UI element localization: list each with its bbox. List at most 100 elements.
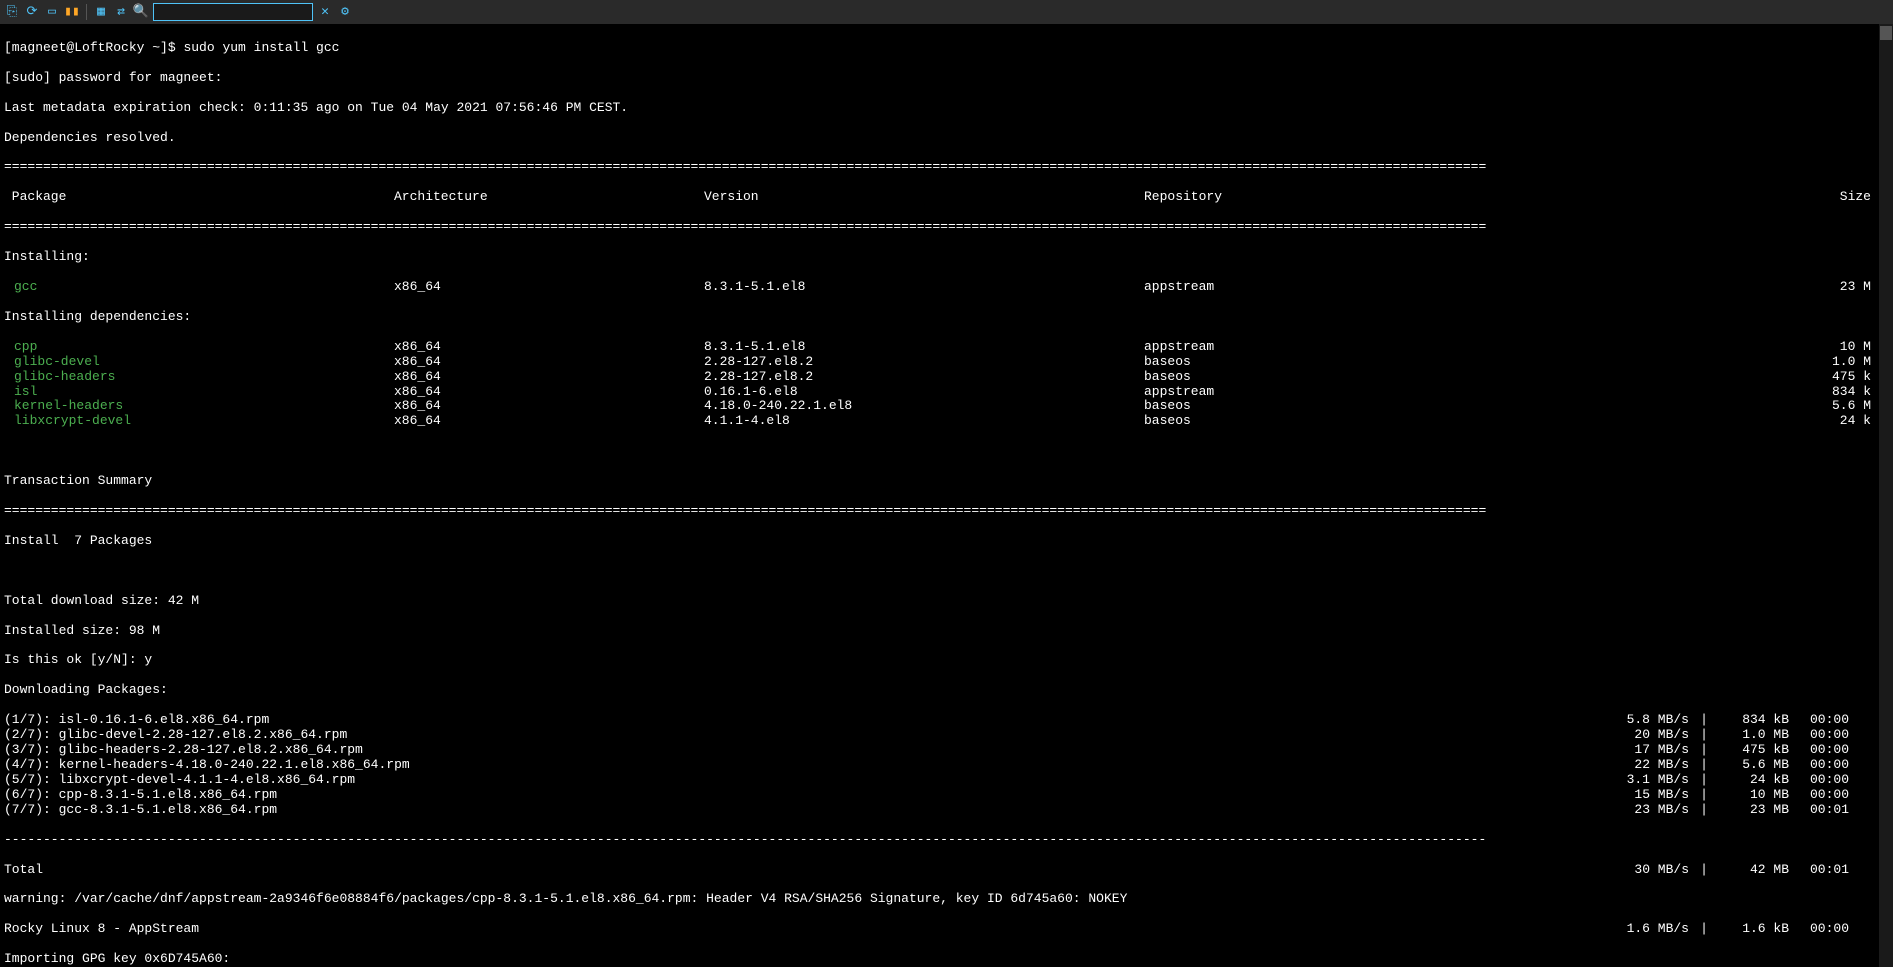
dl-time: 00:00 xyxy=(1789,728,1889,743)
blank xyxy=(4,444,1889,459)
pipe: | xyxy=(1689,788,1719,803)
book-icon[interactable]: ▦ xyxy=(93,4,109,20)
search-icon[interactable]: 🔍 xyxy=(133,4,149,20)
rocky-speed: 1.6 MB/s xyxy=(1589,922,1689,937)
pkg-name: kernel-headers xyxy=(4,399,394,414)
command-text: sudo yum install gcc xyxy=(183,40,339,55)
pkg-version: 4.18.0-240.22.1.el8 xyxy=(704,399,1144,414)
metadata-line: Last metadata expiration check: 0:11:35 … xyxy=(4,101,1889,116)
gear-icon[interactable]: ⚙ xyxy=(337,4,353,20)
pkg-size: 834 k xyxy=(1484,385,1889,400)
search-input[interactable] xyxy=(153,3,313,21)
package-row: libxcrypt-develx86_644.1.1-4.el8baseos24… xyxy=(4,414,1889,429)
header-version: Version xyxy=(704,190,1144,205)
arrow-icon[interactable]: ⇄ xyxy=(113,4,129,20)
dl-size: 23 MB xyxy=(1719,803,1789,818)
rocky-size: 1.6 kB xyxy=(1719,922,1789,937)
dl-file: (6/7): cpp-8.3.1-5.1.el8.x86_64.rpm xyxy=(4,788,1589,803)
pkg-name: gcc xyxy=(4,280,394,295)
separator-line: ========================================… xyxy=(4,504,1889,519)
pkg-arch: x86_64 xyxy=(394,355,704,370)
package-row: islx86_640.16.1-6.el8appstream834 k xyxy=(4,385,1889,400)
dl-file: (7/7): gcc-8.3.1-5.1.el8.x86_64.rpm xyxy=(4,803,1589,818)
pipe: | xyxy=(1689,743,1719,758)
pkg-size: 24 k xyxy=(1484,414,1889,429)
dl-time: 00:00 xyxy=(1789,743,1889,758)
package-row: cppx86_648.3.1-5.1.el8appstream10 M xyxy=(4,340,1889,355)
dl-speed: 20 MB/s xyxy=(1589,728,1689,743)
pkg-repo: baseos xyxy=(1144,414,1484,429)
pipe: | xyxy=(1689,728,1719,743)
dl-speed: 17 MB/s xyxy=(1589,743,1689,758)
pipe: | xyxy=(1689,773,1719,788)
pkg-name: libxcrypt-devel xyxy=(4,414,394,429)
pkg-version: 2.28-127.el8.2 xyxy=(704,355,1144,370)
header-package: Package xyxy=(4,190,394,205)
pipe: | xyxy=(1689,922,1719,937)
dl-time: 00:00 xyxy=(1789,713,1889,728)
pkg-repo: baseos xyxy=(1144,355,1484,370)
pkg-version: 0.16.1-6.el8 xyxy=(704,385,1144,400)
pkg-version: 8.3.1-5.1.el8 xyxy=(704,280,1144,295)
dl-file: (5/7): libxcrypt-devel-4.1.1-4.el8.x86_6… xyxy=(4,773,1589,788)
dl-speed: 3.1 MB/s xyxy=(1589,773,1689,788)
dl-size: 10 MB xyxy=(1719,788,1789,803)
pkg-size: 475 k xyxy=(1484,370,1889,385)
pkg-repo: appstream xyxy=(1144,280,1484,295)
warning-line: warning: /var/cache/dnf/appstream-2a9346… xyxy=(4,892,1889,907)
separator-line: ========================================… xyxy=(4,160,1889,175)
confirm-prompt: Is this ok [y/N]: y xyxy=(4,653,1889,668)
package-row: kernel-headersx86_644.18.0-240.22.1.el8b… xyxy=(4,399,1889,414)
pkg-arch: x86_64 xyxy=(394,340,704,355)
download-row: (3/7): glibc-headers-2.28-127.el8.2.x86_… xyxy=(4,743,1889,758)
total-row: Total 30 MB/s | 42 MB 00:01 xyxy=(4,863,1889,878)
separator-dash: ----------------------------------------… xyxy=(4,833,1889,848)
rocky-time: 00:00 xyxy=(1789,922,1889,937)
separator xyxy=(86,4,87,20)
terminal[interactable]: [magneet@LoftRocky ~]$ sudo yum install … xyxy=(0,24,1893,967)
pkg-size: 1.0 M xyxy=(1484,355,1889,370)
header-arch: Architecture xyxy=(394,190,704,205)
dl-time: 00:00 xyxy=(1789,788,1889,803)
dl-size: 834 kB xyxy=(1719,713,1789,728)
dl-speed: 15 MB/s xyxy=(1589,788,1689,803)
package-row: glibc-headersx86_642.28-127.el8.2baseos4… xyxy=(4,370,1889,385)
gpg-import: Importing GPG key 0x6D745A60: xyxy=(4,952,1889,967)
copy-icon[interactable]: ⎘ xyxy=(4,4,20,20)
pkg-arch: x86_64 xyxy=(394,370,704,385)
table-header: Package Architecture Version Repository … xyxy=(4,190,1889,205)
pkg-repo: baseos xyxy=(1144,370,1484,385)
package-row: glibc-develx86_642.28-127.el8.2baseos1.0… xyxy=(4,355,1889,370)
scrollbar-track[interactable] xyxy=(1879,24,1893,967)
scrollbar-thumb[interactable] xyxy=(1880,26,1892,40)
install-count: Install 7 Packages xyxy=(4,534,1889,549)
chart-icon[interactable]: ▮▮ xyxy=(64,4,80,20)
download-row: (7/7): gcc-8.3.1-5.1.el8.x86_64.rpm 23 MB… xyxy=(4,803,1889,818)
download-row: (5/7): libxcrypt-devel-4.1.1-4.el8.x86_6… xyxy=(4,773,1889,788)
installing-deps-label: Installing dependencies: xyxy=(4,310,1889,325)
blank xyxy=(4,564,1889,579)
refresh-icon[interactable]: ⟳ xyxy=(24,4,40,20)
close-icon[interactable]: ✕ xyxy=(317,4,333,20)
deps-resolved: Dependencies resolved. xyxy=(4,131,1889,146)
pipe: | xyxy=(1689,803,1719,818)
window-icon[interactable]: ▭ xyxy=(44,4,60,20)
dl-size: 5.6 MB xyxy=(1719,758,1789,773)
dl-file: (3/7): glibc-headers-2.28-127.el8.2.x86_… xyxy=(4,743,1589,758)
dl-size: 475 kB xyxy=(1719,743,1789,758)
pkg-version: 2.28-127.el8.2 xyxy=(704,370,1144,385)
toolbar: ⎘ ⟳ ▭ ▮▮ ▦ ⇄ 🔍 ✕ ⚙ xyxy=(0,0,1893,24)
pkg-arch: x86_64 xyxy=(394,399,704,414)
pkg-name: isl xyxy=(4,385,394,400)
pkg-name: cpp xyxy=(4,340,394,355)
header-size: Size xyxy=(1484,190,1889,205)
pkg-name: glibc-headers xyxy=(4,370,394,385)
pkg-repo: appstream xyxy=(1144,385,1484,400)
rocky-label: Rocky Linux 8 - AppStream xyxy=(4,922,1589,937)
pkg-name: glibc-devel xyxy=(4,355,394,370)
dl-time: 00:00 xyxy=(1789,773,1889,788)
dl-time: 00:00 xyxy=(1789,758,1889,773)
pkg-repo: baseos xyxy=(1144,399,1484,414)
package-row: gccx86_648.3.1-5.1.el8appstream23 M xyxy=(4,280,1889,295)
total-time: 00:01 xyxy=(1789,863,1889,878)
